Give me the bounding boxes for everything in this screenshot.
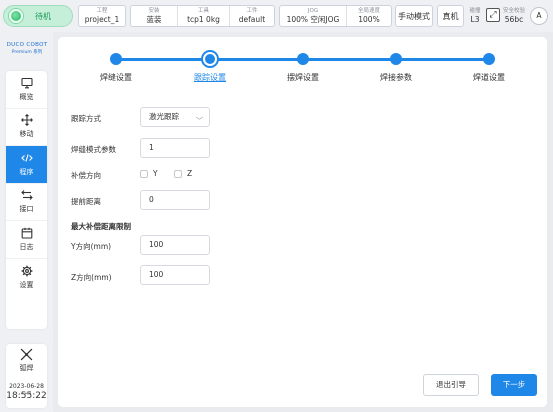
clock-time: 18:55:22	[6, 391, 47, 401]
welding-icon	[20, 348, 33, 360]
code-icon	[20, 154, 33, 162]
sidebar-item-label: 日志	[19, 242, 34, 251]
install-key: 安装	[148, 7, 160, 14]
global-speed-key: 全局速度	[357, 7, 380, 14]
expand-icon[interactable]: ⤢	[486, 8, 500, 22]
top-status-bar: 待机 工程 project_1 安装 蓝装 工具 tcp1 0kg 工件 def…	[0, 0, 553, 32]
workpiece-value: default	[238, 14, 266, 24]
step-label-weld-params[interactable]: 焊接参数	[380, 72, 412, 83]
sidebar-item-overview[interactable]: 概览	[6, 71, 47, 109]
sidebar-item-interface[interactable]: 接口	[6, 184, 47, 221]
install-value: 蓝装	[146, 14, 162, 24]
sidebar-item-program[interactable]: 程序	[6, 146, 47, 184]
sidebar: DUCO COBOT Premium 系列 概览 移动 程序 接口 日志 设置 …	[0, 32, 53, 412]
monitor-icon	[20, 77, 33, 89]
safety-checksum: 安全校验 56bc	[502, 5, 526, 27]
weld-mode-param-input[interactable]: 1	[140, 138, 210, 158]
sidebar-item-label: 接口	[19, 205, 34, 214]
safety-value: 56bc	[504, 14, 524, 24]
exit-guide-button[interactable]: 退出引导	[423, 374, 479, 396]
advance-distance-input[interactable]: 0	[140, 190, 210, 210]
max-comp-header: 最大补偿距离限制	[71, 222, 131, 231]
tool-item-label: 弧焊	[19, 363, 34, 372]
global-speed-value: 100%	[358, 14, 380, 24]
tracking-mode-label: 跟踪方式	[71, 114, 101, 123]
sidebar-item-label: 移动	[19, 130, 34, 139]
weld-mode-param-label: 焊缝模式参数	[71, 145, 116, 154]
logo-line1: DUCO COBOT	[6, 42, 48, 48]
collision-value: L3	[470, 14, 480, 24]
workpiece-key: 工件	[246, 7, 258, 14]
speed-info[interactable]: JOG 100% 空闲JOG 全局速度 100%	[279, 5, 392, 27]
tracking-mode-select[interactable]: 激光跟踪 ﹀	[140, 107, 210, 127]
y-direction-label: Y方向(mm)	[71, 242, 112, 251]
project-info[interactable]: 工程 project_1	[78, 5, 126, 27]
next-step-button[interactable]: 下一步	[491, 374, 537, 396]
step-label-tracking[interactable]: 跟踪设置	[194, 72, 226, 83]
manual-mode-button[interactable]: 手动模式	[395, 5, 433, 27]
project-key: 工程	[96, 7, 108, 14]
workpiece-info[interactable]: 工件 default	[229, 6, 274, 26]
logo-line2: Premium 系列	[11, 50, 43, 55]
chevron-down-icon: ﹀	[196, 117, 203, 125]
interface-icon	[20, 190, 33, 201]
calendar-icon	[21, 227, 32, 239]
tool-value: tcp1 0kg	[187, 14, 220, 24]
z-direction-label: Z方向(mm)	[71, 273, 112, 282]
user-avatar[interactable]: A	[530, 7, 548, 25]
move-icon	[20, 114, 33, 127]
step-dot-3[interactable]	[297, 53, 309, 65]
status-text: 待机	[35, 11, 51, 21]
comp-direction-label: 补偿方向	[71, 171, 101, 180]
comp-direction-y-label: Y	[153, 169, 158, 178]
clock-date: 2023-06-28	[9, 383, 44, 390]
wizard-stepper: 焊缝设置 跟踪设置 摆焊设置 焊接参数 焊道设置	[58, 37, 547, 87]
advance-distance-label: 提前距离	[71, 197, 101, 206]
jog-key: JOG	[307, 7, 319, 14]
tool-info[interactable]: 工具 tcp1 0kg	[177, 6, 229, 26]
step-dot-4[interactable]	[390, 53, 402, 65]
step-dot-1[interactable]	[110, 53, 122, 65]
real-robot-button[interactable]: 真机	[437, 5, 464, 27]
sidebar-item-label: 设置	[19, 280, 34, 289]
install-info[interactable]: 安装 蓝装	[131, 6, 177, 26]
comp-direction-z-label: Z	[187, 169, 193, 178]
sidebar-item-log[interactable]: 日志	[6, 221, 47, 259]
jog-info[interactable]: JOG 100% 空闲JOG	[280, 6, 346, 26]
tool-item-arc-welding[interactable]: 弧焊	[6, 344, 47, 376]
sidebar-item-label: 概览	[19, 92, 34, 101]
install-tool-workpiece-info[interactable]: 安装 蓝装 工具 tcp1 0kg 工件 default	[130, 5, 275, 27]
step-label-weld-seam[interactable]: 焊缝设置	[100, 72, 132, 83]
project-value: project_1	[84, 14, 120, 24]
tool-key: 工具	[197, 7, 209, 14]
robot-status-indicator[interactable]: 待机	[3, 5, 73, 27]
z-direction-input[interactable]: 100	[140, 265, 210, 285]
safety-key: 安全校验	[502, 7, 525, 14]
collision-level[interactable]: 碰撞 L3	[468, 5, 482, 27]
y-direction-input[interactable]: 100	[140, 235, 210, 255]
nav-menu: 概览 移动 程序 接口 日志 设置	[6, 71, 47, 329]
brand-logo: DUCO COBOT Premium 系列	[4, 42, 50, 55]
global-speed-info[interactable]: 全局速度 100%	[346, 6, 391, 26]
jog-value: 100% 空闲JOG	[286, 14, 340, 24]
step-label-weld-pass[interactable]: 焊道设置	[473, 72, 505, 83]
sidebar-item-settings[interactable]: 设置	[6, 259, 47, 297]
collision-key: 碰撞	[469, 7, 481, 14]
system-clock: 2023-06-28 18:55:22	[0, 383, 53, 401]
tracking-mode-value: 激光跟踪	[149, 112, 179, 121]
gear-icon	[21, 265, 32, 277]
comp-direction-z-checkbox[interactable]	[174, 170, 182, 178]
comp-direction-y-checkbox[interactable]	[140, 170, 148, 178]
status-light-icon	[9, 9, 23, 23]
sidebar-item-move[interactable]: 移动	[6, 109, 47, 146]
step-dot-5[interactable]	[483, 53, 495, 65]
step-label-weaving[interactable]: 摆焊设置	[287, 72, 319, 83]
sidebar-item-label: 程序	[19, 167, 34, 176]
main-panel: 焊缝设置 跟踪设置 摆焊设置 焊接参数 焊道设置 跟踪方式 激光跟踪 ﹀ 焊缝模…	[58, 37, 547, 407]
step-dot-2[interactable]	[201, 50, 219, 68]
